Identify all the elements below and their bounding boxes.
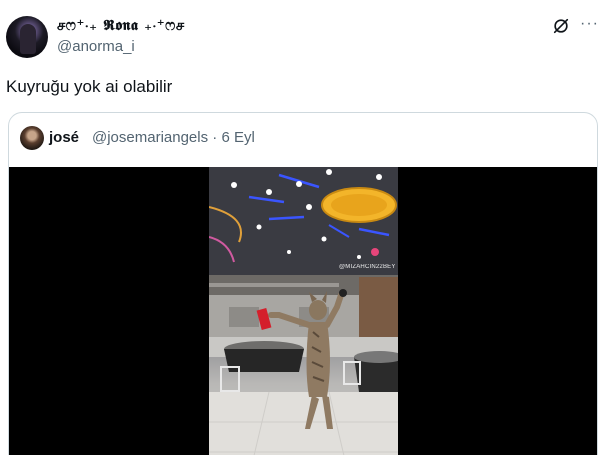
author-display-name[interactable]: சෆ⁺‧₊ 𝕽𝖔𝖓𝖆 ₊‧⁺ෆச: [57, 16, 185, 36]
video-frame: @MIZAHCIN22BEY: [209, 167, 398, 455]
video-player[interactable]: @MIZAHCIN22BEY: [9, 167, 597, 455]
ballroom-scene: [209, 167, 398, 455]
quote-card[interactable]: josé @josemariangels · 6 Eyl @MIZAHCIN22…: [8, 112, 598, 455]
quoted-name[interactable]: josé: [49, 129, 79, 146]
tweet-text: Kuyruğu yok ai olabilir: [6, 77, 173, 96]
more-icon[interactable]: ···: [580, 16, 599, 32]
quoted-date[interactable]: 6 Eyl: [221, 129, 254, 146]
grok-icon[interactable]: [552, 17, 570, 35]
author-avatar[interactable]: [6, 16, 48, 58]
quoted-avatar[interactable]: [20, 126, 44, 150]
quoted-handle[interactable]: @josemariangels: [92, 129, 208, 146]
author-handle[interactable]: @anorma_i: [57, 38, 135, 55]
quoted-separator: ·: [212, 129, 218, 146]
video-watermark: @MIZAHCIN22BEY: [339, 264, 396, 270]
quoted-meta: @josemariangels · 6 Eyl: [92, 129, 255, 146]
